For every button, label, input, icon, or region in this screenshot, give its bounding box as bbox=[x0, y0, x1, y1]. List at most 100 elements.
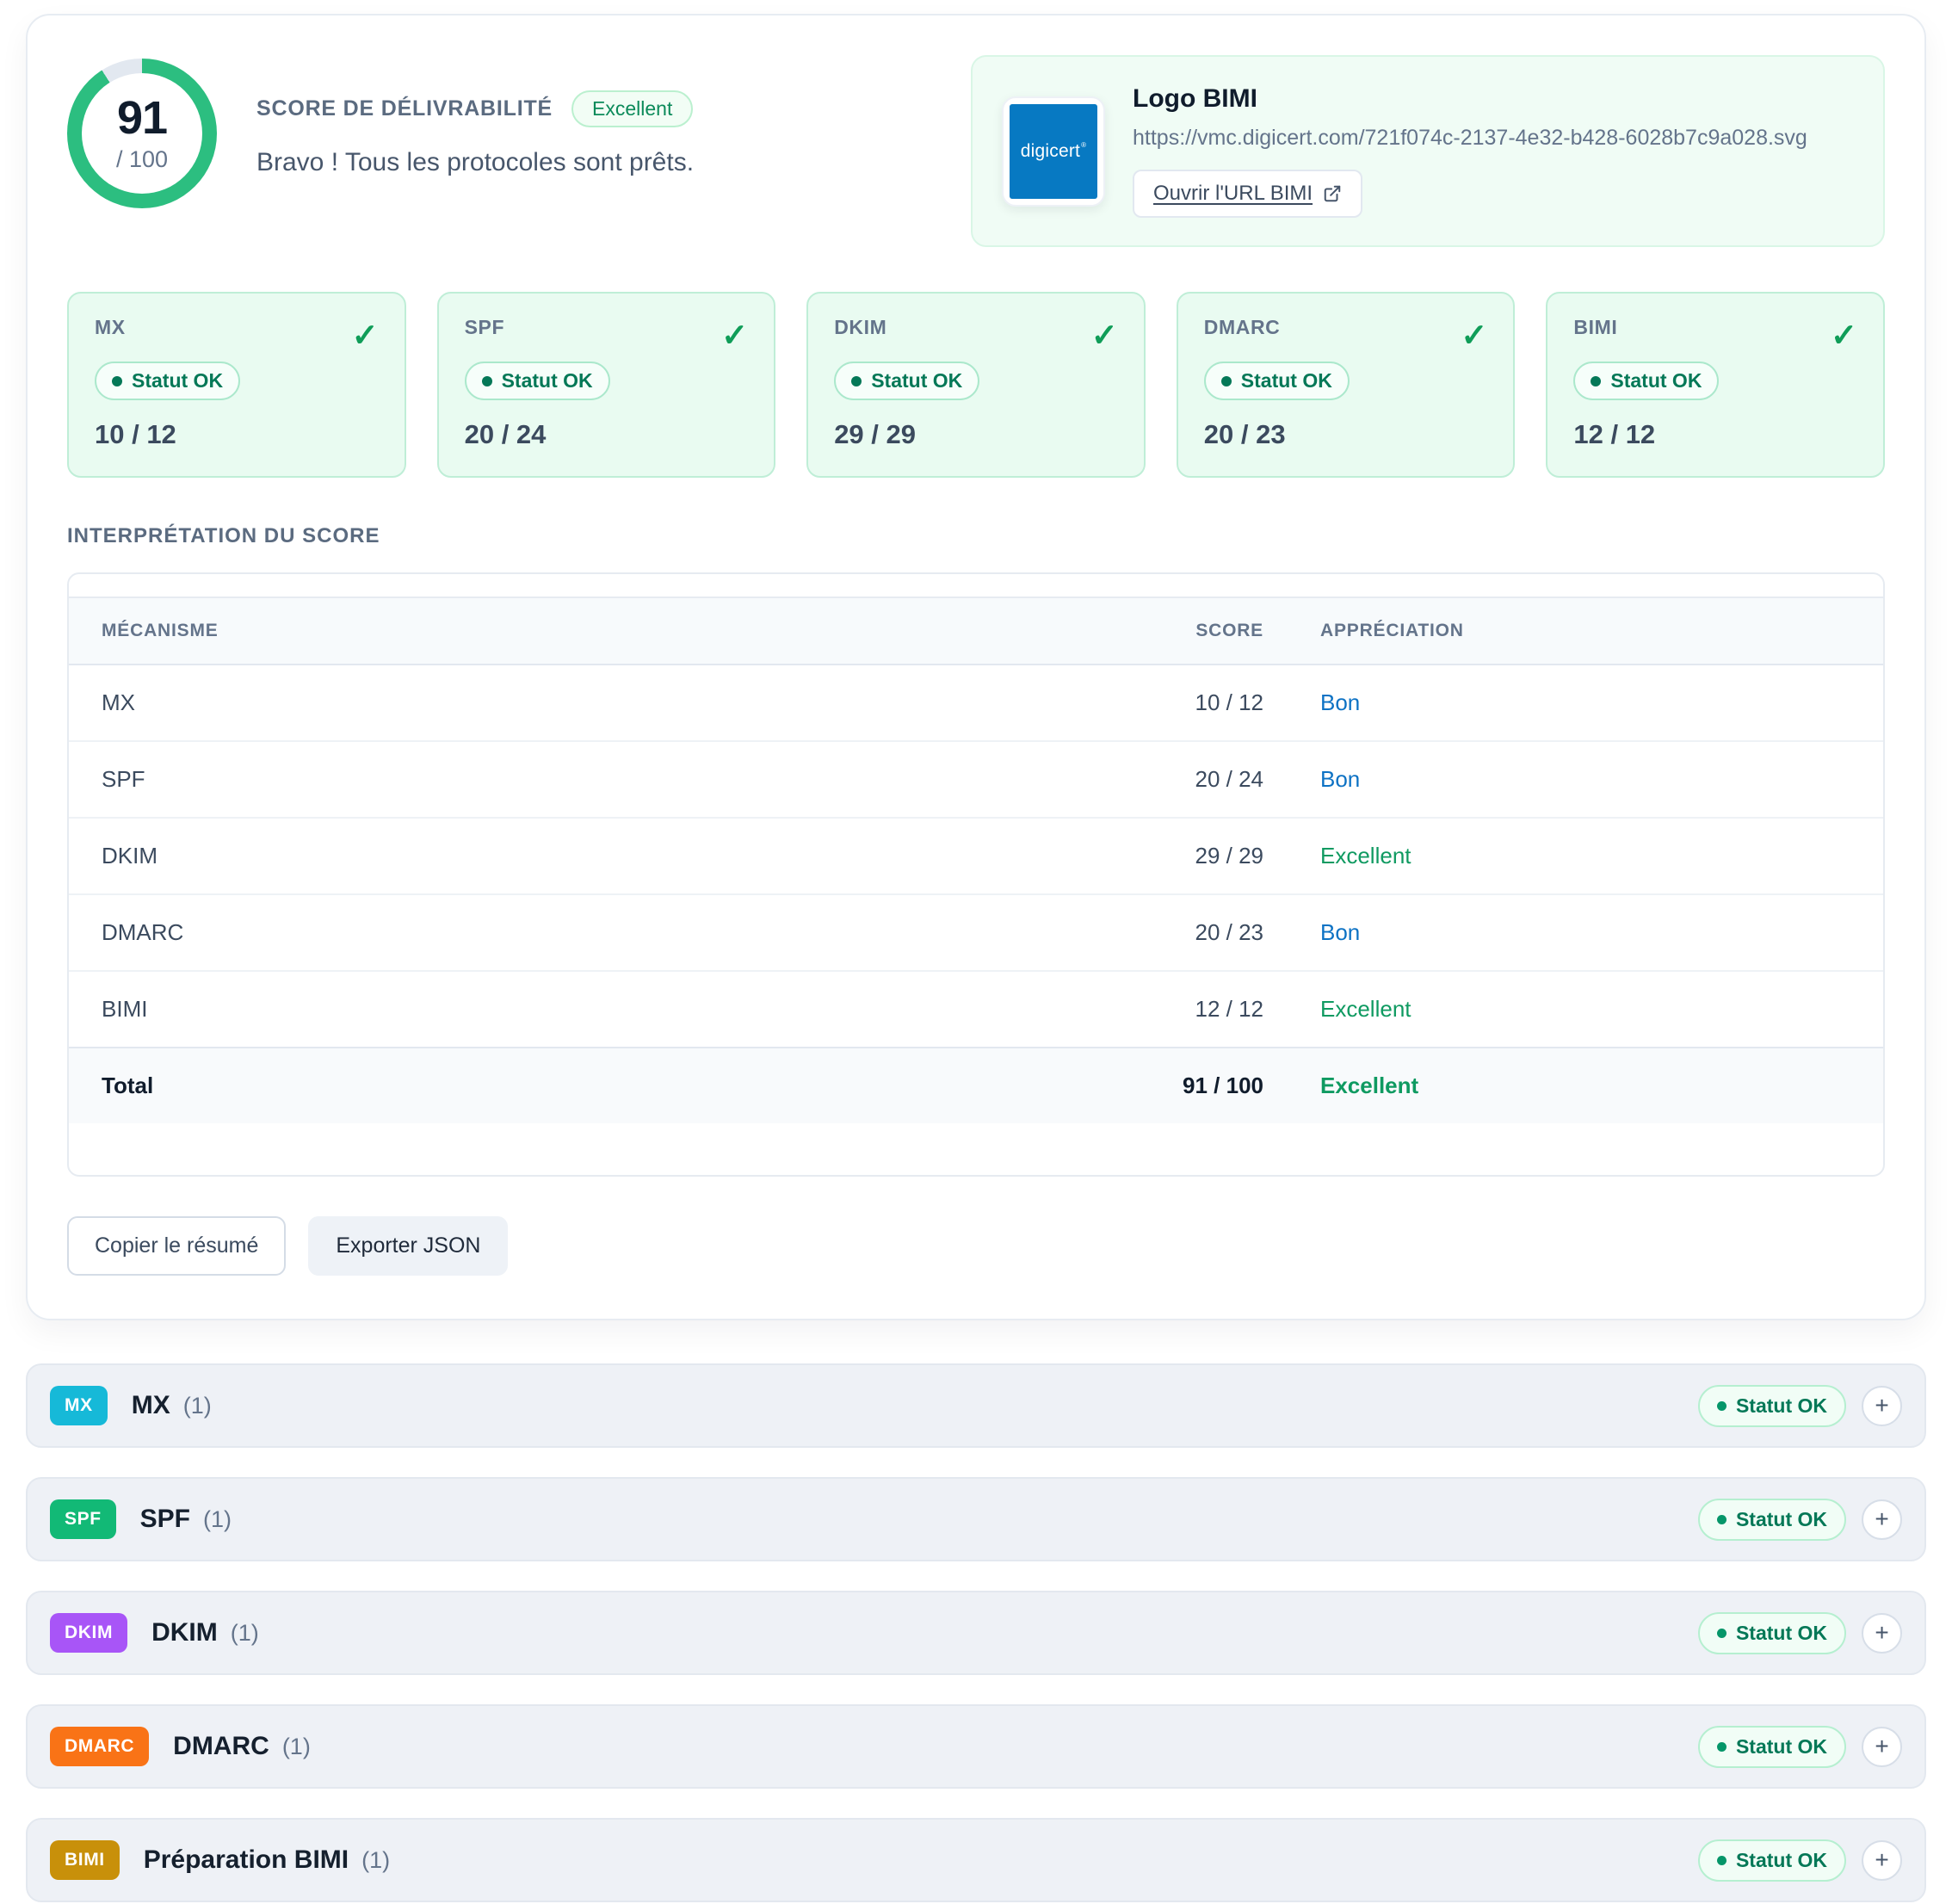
section-title: DMARC bbox=[173, 1732, 269, 1761]
score-rating-badge: Excellent bbox=[571, 90, 693, 127]
bimi-info: Logo BIMI https://vmc.digicert.com/721f0… bbox=[1133, 84, 1807, 218]
export-json-button[interactable]: Exporter JSON bbox=[308, 1216, 508, 1276]
table-total-row: Total 91 / 100 Excellent bbox=[69, 1048, 1883, 1123]
digicert-logo: digicert bbox=[1010, 104, 1097, 199]
open-bimi-url-button[interactable]: Ouvrir l'URL BIMI bbox=[1133, 170, 1362, 218]
section-bimi[interactable]: BIMI Préparation BIMI (1) Statut OK + bbox=[26, 1818, 1926, 1902]
protocol-label: DKIM bbox=[834, 316, 886, 339]
expand-button[interactable]: + bbox=[1862, 1840, 1902, 1881]
status-label: Statut OK bbox=[1736, 1849, 1827, 1872]
check-icon: ✓ bbox=[352, 319, 379, 351]
mx-protocol-badge: MX bbox=[50, 1386, 108, 1425]
status-dot-icon bbox=[1717, 1856, 1727, 1865]
column-header-appreciation: APPRÉCIATION bbox=[1263, 597, 1883, 665]
status-label: Statut OK bbox=[1736, 1735, 1827, 1759]
column-header-score: SCORE bbox=[1134, 597, 1263, 665]
table-row: MX 10 / 12 Bon bbox=[69, 665, 1883, 741]
score-block: 91 / 100 SCORE DE DÉLIVRABILITÉ Excellen… bbox=[67, 55, 694, 208]
interpretation-table: MÉCANISME SCORE APPRÉCIATION MX 10 / 12 … bbox=[69, 597, 1883, 1123]
protocol-label: DMARC bbox=[1204, 316, 1281, 339]
check-icon: ✓ bbox=[1831, 319, 1857, 351]
score-max: / 100 bbox=[116, 146, 168, 173]
protocol-status-row: MX ✓ Statut OK 10 / 12 SPF ✓ Statut OK 20 … bbox=[67, 292, 1885, 478]
summary-header: 91 / 100 SCORE DE DÉLIVRABILITÉ Excellen… bbox=[67, 55, 1885, 247]
section-dmarc[interactable]: DMARC DMARC (1) Statut OK + bbox=[26, 1704, 1926, 1789]
protocol-score: 20 / 24 bbox=[465, 419, 749, 450]
section-count: (1) bbox=[203, 1506, 232, 1533]
interpretation-heading: INTERPRÉTATION DU SCORE bbox=[67, 524, 1885, 548]
score-cell: 10 / 12 bbox=[1134, 665, 1263, 741]
bimi-logo-card: digicert Logo BIMI https://vmc.digicert.… bbox=[971, 55, 1885, 247]
mechanism-cell: SPF bbox=[69, 741, 1134, 818]
deliverability-report: 91 / 100 SCORE DE DÉLIVRABILITÉ Excellen… bbox=[0, 14, 1952, 1902]
expand-button[interactable]: + bbox=[1862, 1386, 1902, 1426]
score-cell: 12 / 12 bbox=[1134, 971, 1263, 1048]
status-dot-icon bbox=[1717, 1742, 1727, 1752]
copy-summary-button[interactable]: Copier le résumé bbox=[67, 1216, 286, 1276]
check-icon: ✓ bbox=[1461, 319, 1487, 351]
table-row: DMARC 20 / 23 Bon bbox=[69, 894, 1883, 971]
status-label: Statut OK bbox=[1610, 369, 1702, 393]
status-dot-icon bbox=[1717, 1515, 1727, 1524]
status-badge: Statut OK bbox=[465, 362, 610, 400]
section-title: SPF bbox=[140, 1505, 190, 1534]
expand-button[interactable]: + bbox=[1862, 1499, 1902, 1540]
expand-button[interactable]: + bbox=[1862, 1727, 1902, 1767]
score-summary-card: 91 / 100 SCORE DE DÉLIVRABILITÉ Excellen… bbox=[26, 14, 1926, 1320]
status-dot-icon bbox=[1591, 376, 1601, 386]
status-dot-icon bbox=[851, 376, 862, 386]
status-badge: Statut OK bbox=[1698, 1499, 1846, 1541]
status-badge: Statut OK bbox=[1698, 1612, 1846, 1654]
check-icon: ✓ bbox=[721, 319, 748, 351]
column-header-mechanism: MÉCANISME bbox=[69, 597, 1134, 665]
mechanism-cell: DKIM bbox=[69, 818, 1134, 894]
score-cell: 20 / 24 bbox=[1134, 741, 1263, 818]
section-count: (1) bbox=[183, 1393, 212, 1419]
status-badge: Statut OK bbox=[1204, 362, 1350, 400]
score-ring-center: 91 / 100 bbox=[82, 73, 202, 194]
bimi-url: https://vmc.digicert.com/721f074c-2137-4… bbox=[1133, 126, 1807, 151]
section-mx[interactable]: MX MX (1) Statut OK + bbox=[26, 1363, 1926, 1448]
total-appreciation-cell: Excellent bbox=[1263, 1048, 1883, 1123]
expand-button[interactable]: + bbox=[1862, 1613, 1902, 1654]
appreciation-cell: Bon bbox=[1263, 741, 1883, 818]
status-dot-icon bbox=[1717, 1401, 1727, 1411]
status-dot-icon bbox=[482, 376, 492, 386]
status-badge: Statut OK bbox=[1573, 362, 1719, 400]
table-row: SPF 20 / 24 Bon bbox=[69, 741, 1883, 818]
protocol-label: SPF bbox=[465, 316, 505, 339]
score-message: Bravo ! Tous les protocoles sont prêts. bbox=[256, 148, 694, 177]
total-score-cell: 91 / 100 bbox=[1134, 1048, 1263, 1123]
status-badge: Statut OK bbox=[1698, 1385, 1846, 1427]
protocol-score: 10 / 12 bbox=[95, 419, 379, 450]
section-spf[interactable]: SPF SPF (1) Statut OK + bbox=[26, 1477, 1926, 1561]
bimi-protocol-badge: BIMI bbox=[50, 1840, 120, 1880]
status-card-dmarc: DMARC✓ Statut OK 20 / 23 bbox=[1177, 292, 1516, 478]
open-bimi-url-label: Ouvrir l'URL BIMI bbox=[1153, 182, 1313, 206]
status-badge: Statut OK bbox=[1698, 1726, 1846, 1768]
section-dkim[interactable]: DKIM DKIM (1) Statut OK + bbox=[26, 1591, 1926, 1675]
table-row: DKIM 29 / 29 Excellent bbox=[69, 818, 1883, 894]
status-label: Statut OK bbox=[1736, 1394, 1827, 1418]
mechanism-cell: BIMI bbox=[69, 971, 1134, 1048]
status-label: Statut OK bbox=[1736, 1622, 1827, 1645]
dmarc-protocol-badge: DMARC bbox=[50, 1727, 149, 1766]
external-link-icon bbox=[1323, 184, 1342, 203]
appreciation-cell: Bon bbox=[1263, 665, 1883, 741]
appreciation-cell: Excellent bbox=[1263, 818, 1883, 894]
score-text-block: SCORE DE DÉLIVRABILITÉ Excellent Bravo !… bbox=[256, 90, 694, 177]
status-label: Statut OK bbox=[502, 369, 593, 393]
section-count: (1) bbox=[282, 1734, 311, 1760]
protocol-label: MX bbox=[95, 316, 126, 339]
status-dot-icon bbox=[1221, 376, 1232, 386]
table-row: BIMI 12 / 12 Excellent bbox=[69, 971, 1883, 1048]
table-header-row: MÉCANISME SCORE APPRÉCIATION bbox=[69, 597, 1883, 665]
status-dot-icon bbox=[1717, 1629, 1727, 1638]
mechanism-cell: MX bbox=[69, 665, 1134, 741]
appreciation-cell: Excellent bbox=[1263, 971, 1883, 1048]
spf-protocol-badge: SPF bbox=[50, 1499, 116, 1539]
protocol-label: BIMI bbox=[1573, 316, 1617, 339]
bimi-card-title: Logo BIMI bbox=[1133, 84, 1807, 114]
status-dot-icon bbox=[112, 376, 122, 386]
status-badge: Statut OK bbox=[95, 362, 240, 400]
